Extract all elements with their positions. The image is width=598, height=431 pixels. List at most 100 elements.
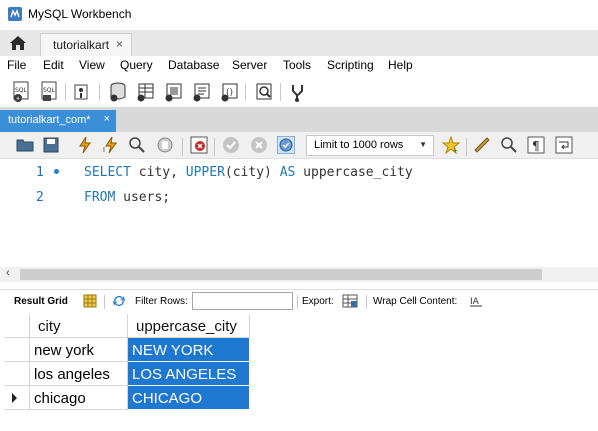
main-toolbar: SQL + SQL () <box>0 77 598 107</box>
sql-editor[interactable]: 1 SELECT city, UPPER(city) AS uppercase_… <box>0 159 598 267</box>
menu-view[interactable]: View <box>79 56 105 72</box>
close-icon[interactable]: × <box>104 113 110 125</box>
menu-help[interactable]: Help <box>388 56 413 72</box>
commit-icon[interactable] <box>222 136 240 154</box>
beautify-icon[interactable]: + <box>442 136 460 154</box>
execute-current-icon[interactable]: I <box>102 136 120 154</box>
explain-icon[interactable] <box>128 136 146 154</box>
refresh-icon[interactable] <box>111 294 127 308</box>
table-cell[interactable]: chicago <box>30 386 128 410</box>
table-cell[interactable]: LOS ANGELES <box>128 362 250 386</box>
table-cell[interactable]: NEW YORK <box>128 338 250 362</box>
code-line-2[interactable]: FROM users; <box>84 190 170 205</box>
toolbar-separator <box>104 295 105 309</box>
code-text: (city) <box>224 165 280 180</box>
menu-edit[interactable]: Edit <box>43 56 64 72</box>
svg-text:SQL: SQL <box>15 87 28 94</box>
editor-tab-bar: tutorialkart_com* × <box>0 107 598 132</box>
scrollbar-thumb[interactable] <box>20 269 542 280</box>
snippet-icon[interactable] <box>473 136 491 154</box>
filter-rows-label: Filter Rows: <box>135 296 188 307</box>
open-folder-icon[interactable] <box>16 136 34 154</box>
inspector-icon[interactable] <box>72 81 92 103</box>
table-row[interactable]: los angeles LOS ANGELES <box>4 362 250 386</box>
window-title: MySQL Workbench <box>28 7 132 21</box>
autocommit-icon[interactable] <box>277 136 295 154</box>
scroll-left-icon[interactable]: ‹ <box>6 267 10 279</box>
column-header-uppercase-city[interactable]: uppercase_city <box>128 314 250 338</box>
save-icon[interactable] <box>42 136 60 154</box>
menu-file[interactable]: File <box>7 56 26 72</box>
svg-text:SQL: SQL <box>43 87 56 94</box>
toolbar-separator <box>99 83 100 101</box>
result-grid-tab[interactable]: Result Grid <box>14 296 68 307</box>
export-icon[interactable] <box>342 293 358 309</box>
code-line-1[interactable]: SELECT city, UPPER(city) AS uppercase_ci… <box>84 165 413 180</box>
table-row[interactable]: chicago CHICAGO <box>4 386 250 410</box>
filter-rows-input[interactable] <box>192 292 293 310</box>
toggle-error-icon[interactable] <box>190 136 208 154</box>
svg-text:+: + <box>453 146 458 154</box>
rollback-icon[interactable] <box>250 136 268 154</box>
code-text: uppercase_city <box>295 165 413 180</box>
current-row-arrow-icon <box>12 393 17 403</box>
toolbar-separator <box>182 138 183 156</box>
column-header-city[interactable]: city <box>30 314 128 338</box>
result-toolbar: Result Grid Filter Rows: Export: Wrap Ce… <box>0 289 598 313</box>
wrap-cell-icon[interactable]: IA <box>469 295 483 308</box>
create-table-icon[interactable] <box>136 81 156 103</box>
menu-database[interactable]: Database <box>168 56 219 72</box>
wrap-cell-content-label: Wrap Cell Content: <box>373 296 458 307</box>
home-icon <box>10 36 26 50</box>
menu-server[interactable]: Server <box>232 56 267 72</box>
row-indicator[interactable] <box>4 362 30 386</box>
menu-query[interactable]: Query <box>120 56 153 72</box>
row-indicator[interactable] <box>4 338 30 362</box>
line-number: 2 <box>36 190 44 205</box>
create-function-icon[interactable]: () <box>220 81 240 103</box>
statement-marker-icon <box>54 169 59 174</box>
create-procedure-icon[interactable] <box>192 81 212 103</box>
stop-icon[interactable] <box>156 136 174 154</box>
menu-scripting[interactable]: Scripting <box>327 56 374 72</box>
row-indicator-header <box>4 314 30 338</box>
table-cell[interactable]: new york <box>30 338 128 362</box>
invisibles-icon[interactable]: ¶ <box>527 136 545 154</box>
connection-tab-bar: tutorialkart × <box>0 30 598 56</box>
wrap-icon[interactable] <box>555 136 573 154</box>
export-label: Export: <box>302 296 334 307</box>
svg-text:+: + <box>16 96 20 103</box>
line-number: 1 <box>36 165 44 180</box>
editor-toolbar: I Limit to 1000 rows ▼ + ¶ <box>0 132 598 159</box>
table-cell[interactable]: CHICAGO <box>128 386 250 410</box>
table-row[interactable]: new york NEW YORK <box>4 338 250 362</box>
find-icon[interactable] <box>500 136 518 154</box>
toolbar-separator <box>245 83 246 101</box>
search-table-data-icon[interactable] <box>254 81 274 103</box>
menu-tools[interactable]: Tools <box>283 56 311 72</box>
keyword: AS <box>279 165 296 180</box>
row-indicator[interactable] <box>4 386 30 410</box>
connection-tab[interactable]: tutorialkart × <box>40 33 132 56</box>
toolbar-separator <box>65 83 66 101</box>
create-schema-icon[interactable] <box>108 81 128 103</box>
close-icon[interactable]: × <box>116 37 123 51</box>
create-view-icon[interactable] <box>164 81 184 103</box>
dropdown-arrow-icon: ▼ <box>419 140 427 149</box>
title-bar: MySQL Workbench <box>0 0 598 30</box>
open-sql-file-icon[interactable]: SQL <box>40 81 60 103</box>
new-sql-tab-icon[interactable]: SQL + <box>12 81 32 103</box>
editor-tab[interactable]: tutorialkart_com* × <box>0 110 116 132</box>
home-button[interactable] <box>0 30 36 56</box>
svg-text:I: I <box>103 147 105 154</box>
limit-rows-select[interactable]: Limit to 1000 rows ▼ <box>306 135 434 156</box>
editor-horizontal-scrollbar[interactable]: ‹ <box>0 267 598 282</box>
keyword: SELECT <box>84 165 131 180</box>
reconnect-icon[interactable] <box>288 81 308 103</box>
table-cell[interactable]: los angeles <box>30 362 128 386</box>
execute-icon[interactable] <box>76 136 94 154</box>
limit-rows-value: Limit to 1000 rows <box>314 139 404 151</box>
toolbar-separator <box>466 138 467 156</box>
grid-view-icon[interactable] <box>83 294 97 308</box>
mysql-workbench-icon <box>8 7 22 21</box>
